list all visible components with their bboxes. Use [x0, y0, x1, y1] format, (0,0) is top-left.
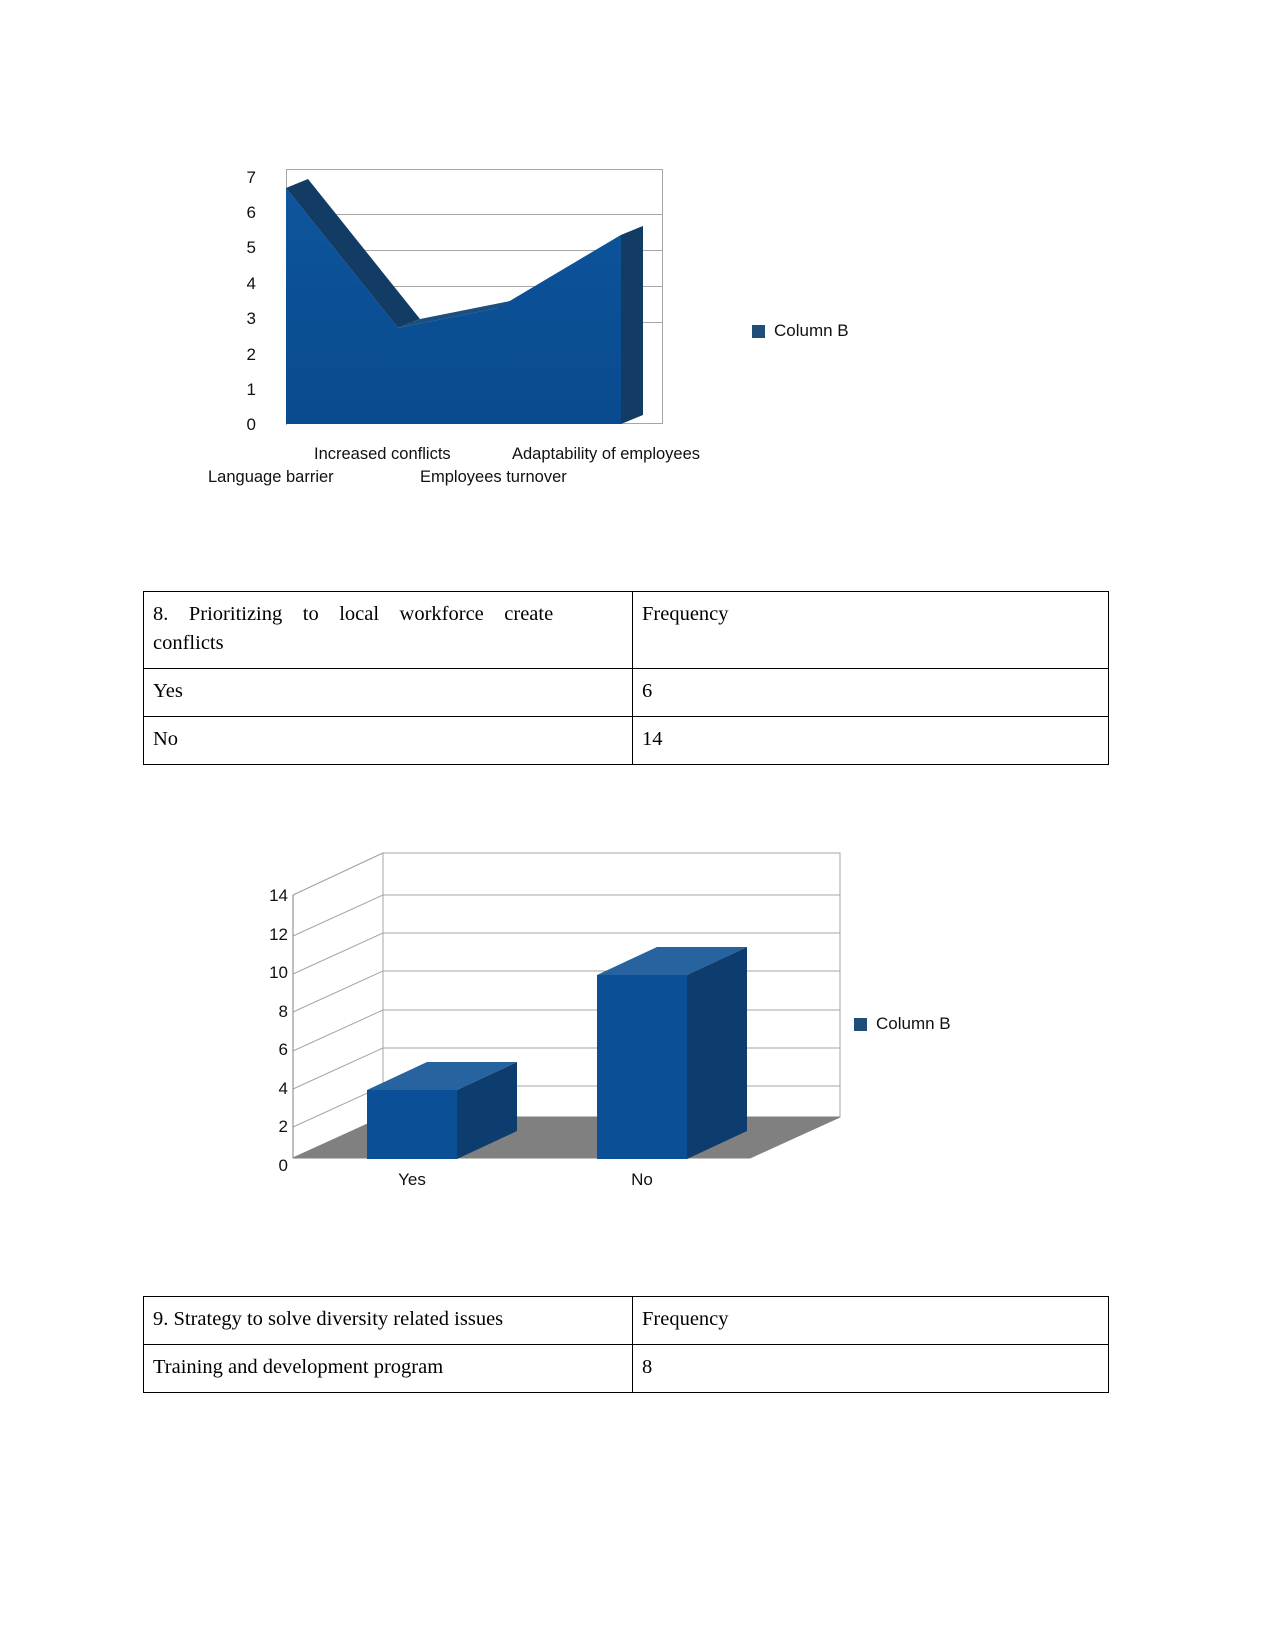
chart1-right-face [621, 226, 643, 424]
chart1-area-series [286, 179, 643, 424]
table-question-9: 9. Strategy to solve diversity related i… [143, 1296, 1109, 1393]
table9-header-question: 9. Strategy to solve diversity related i… [143, 1296, 633, 1345]
chart1-ytick-1: 1 [246, 380, 256, 399]
table-question-8: 8. Prioritizing to local workforce creat… [143, 591, 1109, 765]
table8-header-frequency: Frequency [632, 591, 1109, 669]
table9-row0-label: Training and development program [143, 1344, 633, 1393]
table9-header-frequency: Frequency [632, 1296, 1109, 1345]
chart2-xlabel-yes: Yes [398, 1170, 426, 1189]
chart1-ytick-0: 0 [246, 415, 256, 434]
chart1-ytick-7: 7 [246, 168, 256, 187]
table-row: Yes 6 [143, 668, 1109, 717]
chart2-bar-no-side [687, 947, 747, 1159]
bar-chart-prioritizing-local-workforce: 14 12 10 8 6 4 2 0 Yes No Column B [230, 845, 1010, 1205]
table8-row0-label: Yes [143, 668, 633, 717]
chart1-ytick-5: 5 [246, 238, 256, 257]
chart1-xlabel-adaptability-of-employees: Adaptability of employees [512, 445, 701, 463]
chart1-legend-label: Column B [774, 321, 849, 340]
table8-header-question: 8. Prioritizing to local workforce creat… [143, 591, 633, 669]
chart2-legend: Column B [854, 1014, 951, 1034]
chart1-xlabel-employees-turnover: Employees turnover [420, 468, 567, 486]
chart1-ytick-3: 3 [246, 309, 256, 328]
table-row: 9. Strategy to solve diversity related i… [143, 1296, 1109, 1345]
table9-row0-value: 8 [632, 1344, 1109, 1393]
chart2-bar-no-front [597, 975, 687, 1159]
table8-row1-value: 14 [632, 716, 1109, 765]
chart1-legend-swatch-icon [752, 324, 765, 338]
chart1-ytick-4: 4 [246, 274, 256, 293]
chart2-legend-swatch-icon [854, 1017, 867, 1031]
chart2-plot [292, 852, 841, 1159]
chart1-y-axis: 7 6 5 4 3 2 1 0 [196, 160, 256, 433]
chart2-bar-yes-front [367, 1090, 457, 1159]
chart2-legend-label: Column B [876, 1014, 951, 1033]
table-row: No 14 [143, 716, 1109, 765]
chart1-xlabel-language-barrier: Language barrier [208, 468, 334, 486]
chart1-ytick-6: 6 [246, 203, 256, 222]
table-row: 8. Prioritizing to local workforce creat… [143, 591, 1109, 669]
chart1-xlabel-increased-conflicts: Increased conflicts [314, 445, 451, 463]
document-page: 7 6 5 4 3 2 1 0 Increased conflicts Adap… [0, 0, 1275, 1651]
chart1-ytick-2: 2 [246, 345, 256, 364]
table8-row1-label: No [143, 716, 633, 765]
chart1-legend: Column B [752, 321, 849, 341]
table8-row0-value: 6 [632, 668, 1109, 717]
table-row: Training and development program 8 [143, 1344, 1109, 1393]
chart2-xlabel-no: No [631, 1170, 653, 1189]
area-chart-diversity-impacts: 7 6 5 4 3 2 1 0 Increased conflicts Adap… [196, 160, 896, 500]
chart1-plot-area [268, 169, 663, 432]
